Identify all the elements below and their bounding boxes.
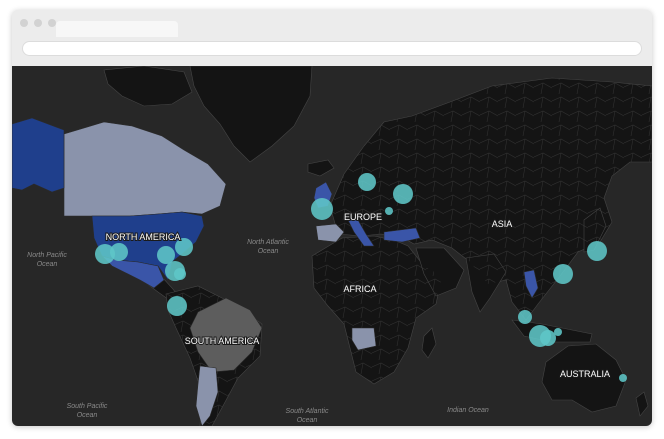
bubble-colombia[interactable] [167,296,187,316]
bubble-jakarta-east[interactable] [540,330,556,346]
bubble-poland[interactable] [385,207,393,215]
greenland-shape[interactable] [189,65,313,163]
bubble-tokyo[interactable] [587,241,607,261]
address-bar[interactable] [22,41,642,56]
label-south-atlantic-line2: Ocean [297,417,318,424]
bubble-malaysia[interactable] [518,310,532,324]
bubble-cuba[interactable] [174,268,186,280]
arctic-islands-shape[interactable] [103,65,193,107]
bubble-london[interactable] [311,198,333,220]
bubble-texas[interactable] [157,246,175,264]
map-canvas: NORTH AMERICA SOUTH AMERICA EUROPE AFRIC… [12,65,652,426]
label-north-america: NORTH AMERICA [106,232,181,242]
label-north-pacific-line1: North Pacific [27,252,67,259]
label-south-pacific-line2: Ocean [77,412,98,419]
label-north-atlantic-line1: North Atlantic [247,239,289,246]
bubble-hong-kong[interactable] [553,264,573,284]
new-zealand-shape[interactable] [635,391,649,417]
close-window-dot[interactable] [20,19,28,27]
label-south-atlantic-line1: South Atlantic [286,408,329,415]
bubble-sydney[interactable] [619,374,627,382]
bubble-moscow[interactable] [393,184,413,204]
label-north-pacific-line2: Ocean [37,261,58,268]
maximize-window-dot[interactable] [48,19,56,27]
browser-tab[interactable] [56,21,178,37]
label-asia: ASIA [492,219,513,229]
country-alaska[interactable] [12,117,65,193]
label-europe: EUROPE [344,212,382,222]
madagascar-shape[interactable] [421,327,437,359]
bubble-sweden[interactable] [358,173,376,191]
label-north-atlantic-line2: Ocean [258,248,279,255]
label-africa: AFRICA [343,284,376,294]
bubble-los-angeles[interactable] [110,243,128,261]
browser-window: NORTH AMERICA SOUTH AMERICA EUROPE AFRIC… [12,10,652,426]
bubble-bali[interactable] [554,328,562,336]
minimize-window-dot[interactable] [34,19,42,27]
country-canada[interactable] [63,121,227,217]
browser-chrome [12,10,652,66]
iceland-shape[interactable] [307,159,335,177]
label-indian-ocean: Indian Ocean [447,407,489,414]
world-map[interactable]: NORTH AMERICA SOUTH AMERICA EUROPE AFRIC… [12,65,652,426]
label-australia: AUSTRALIA [560,369,610,379]
label-south-pacific-line1: South Pacific [67,403,108,410]
label-south-america: SOUTH AMERICA [185,336,260,346]
